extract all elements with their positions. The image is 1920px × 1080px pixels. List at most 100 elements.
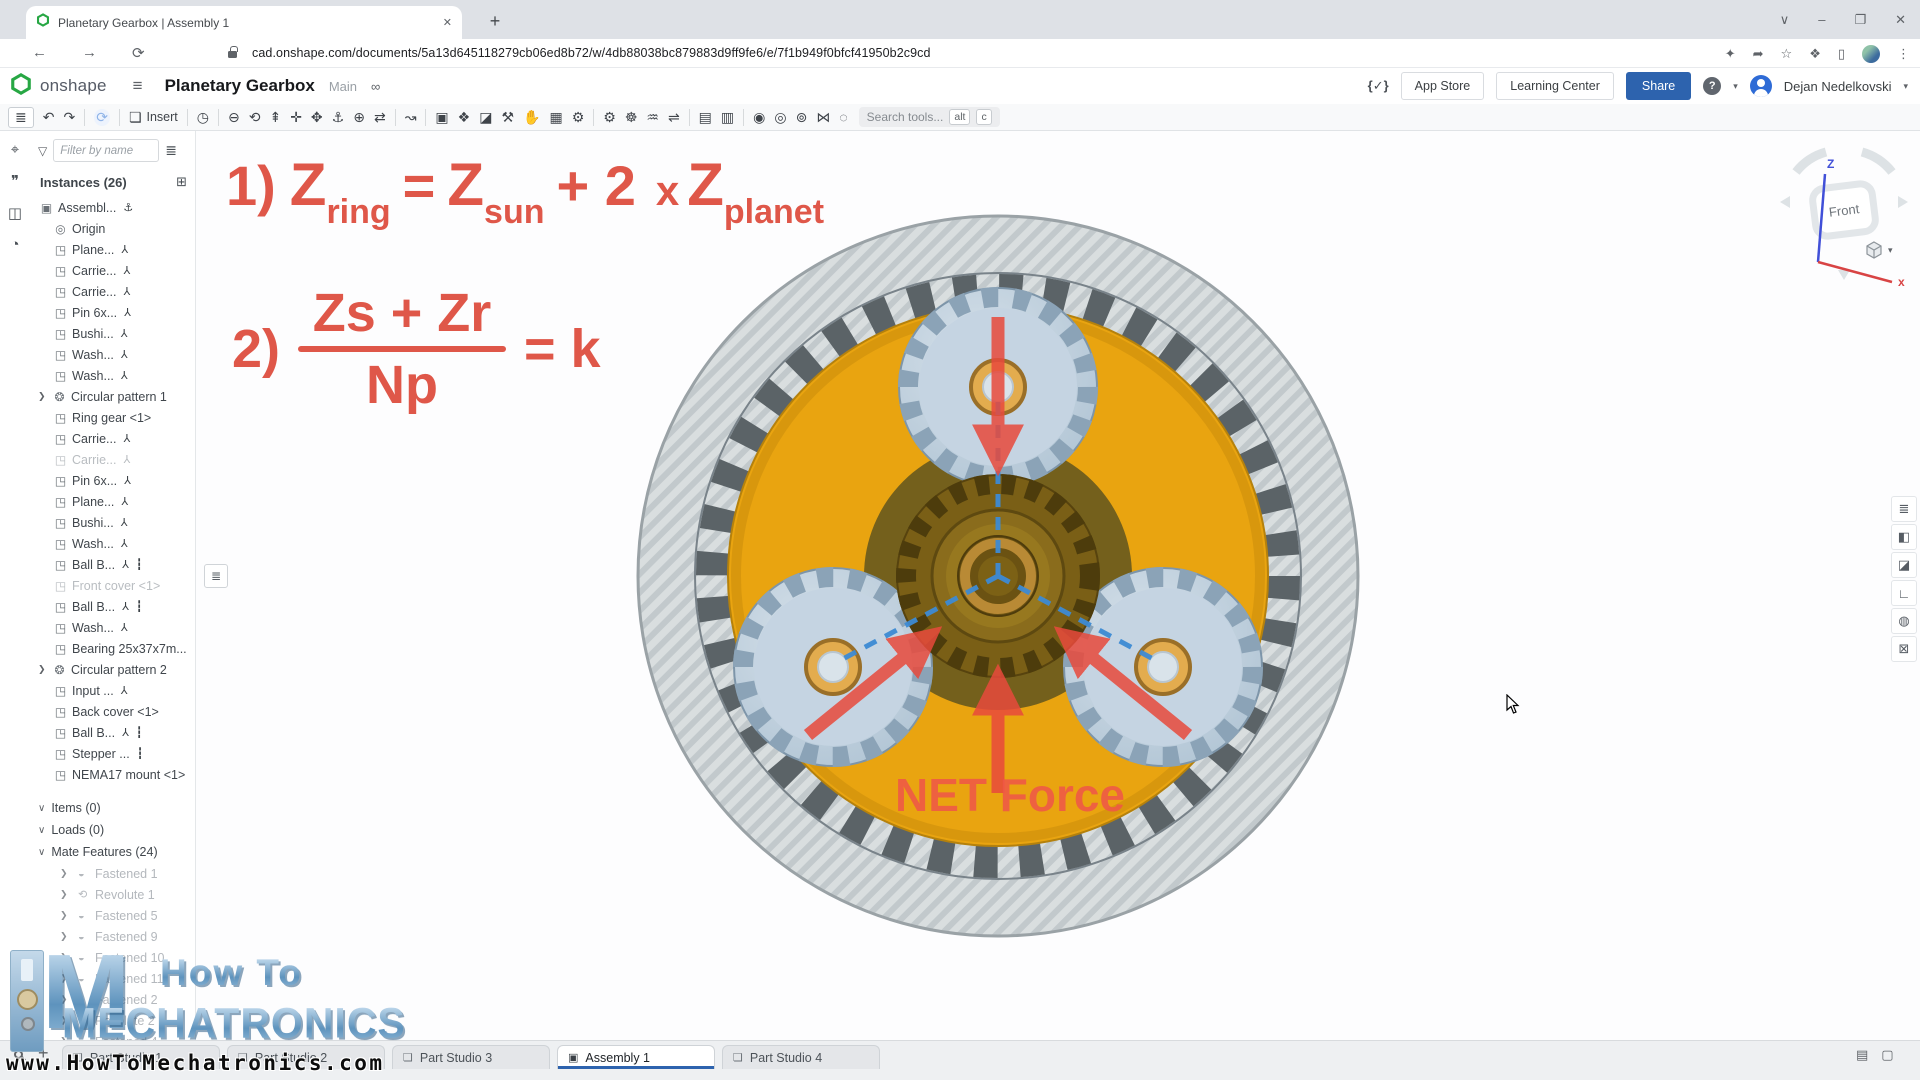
search-tools[interactable]: Search tools... alt c (859, 107, 1000, 127)
expand-chevron-icon[interactable]: ❯ (60, 868, 78, 879)
help-button[interactable]: ? (1703, 77, 1721, 95)
comment-button[interactable]: ❞ (11, 172, 19, 190)
tab-search-icon[interactable]: ∨ (1780, 12, 1790, 28)
view-cube[interactable]: Front Z x (1768, 136, 1920, 288)
collapse-chevron-icon[interactable]: ∨ (38, 803, 45, 814)
exploded-view-button[interactable]: ❖ (458, 109, 471, 126)
feature-list-button[interactable]: ≣ (1891, 496, 1917, 522)
share-page-icon[interactable]: ➦ (1753, 46, 1764, 62)
panel-structure-toggle[interactable]: ≣ (204, 564, 228, 588)
fix-button[interactable]: ⚓ (332, 109, 345, 126)
add-element-button[interactable]: + (38, 1043, 49, 1064)
history-button[interactable]: ◷ (197, 109, 209, 126)
tree-item[interactable]: ◎Origin (30, 218, 195, 239)
section-view-button[interactable]: ◪ (479, 109, 492, 126)
browser-menu-icon[interactable]: ⋮ (1897, 46, 1910, 62)
url-text[interactable]: cad.onshape.com/documents/5a13d645118279… (252, 46, 931, 60)
tree-item[interactable]: ◳Bearing 25x37x7m... (30, 638, 195, 659)
sync-button[interactable]: ⟳ (94, 109, 110, 126)
app-store-button[interactable]: App Store (1401, 72, 1485, 100)
list-view-icon[interactable]: ≣ (165, 142, 177, 159)
tree-item[interactable]: ◳Ring gear <1> (30, 407, 195, 428)
mate-feature-item[interactable]: ❯◒Fastened 9 (30, 926, 195, 947)
element-tab-part-studio-1[interactable]: ❏Part Studio 1 (62, 1045, 220, 1069)
user-caret-icon[interactable]: ▾ (1903, 81, 1908, 92)
element-tab-assembly-1[interactable]: ▣Assembly 1 (557, 1045, 715, 1069)
slider-mate-button[interactable]: ⇞ (269, 109, 281, 126)
expand-chevron-icon[interactable]: ❯ (60, 973, 78, 984)
reload-icon[interactable]: ⟳ (132, 44, 145, 62)
path-button[interactable]: ↝ (405, 109, 417, 126)
document-menu-icon[interactable]: ≡ (133, 76, 143, 96)
appearance-button[interactable]: ◍ (1891, 608, 1917, 634)
section-header[interactable]: ∨Loads (0) (30, 819, 195, 841)
tree-item[interactable]: ◳Plane...⅄ (30, 239, 195, 260)
snap-mode-button[interactable]: ⊕ (353, 109, 365, 126)
bom-button[interactable]: ▤ (699, 109, 712, 126)
expand-chevron-icon[interactable]: ❯ (60, 910, 78, 921)
tree-item[interactable]: ◳Plane...⅄ (30, 491, 195, 512)
redo-button[interactable]: ↷ (63, 109, 75, 126)
filter-icon[interactable]: ▽ (38, 144, 47, 158)
expand-chevron-icon[interactable]: ❯ (60, 1015, 78, 1026)
tree-item[interactable]: ❯❂Circular pattern 2 (30, 659, 195, 680)
rack-pinion-button[interactable]: ☸ (625, 109, 638, 126)
lock-icon[interactable] (228, 51, 237, 58)
onshape-logo-icon[interactable] (10, 73, 32, 100)
view-mode-selector[interactable]: ▾ (1864, 240, 1893, 260)
section-view-button[interactable]: ◪ (1891, 552, 1917, 578)
tree-item[interactable]: ◳Pin 6x...⅄ (30, 302, 195, 323)
mate-connector-tool-button[interactable]: ⌖ (11, 141, 19, 158)
linear-relation-button[interactable]: ♒ (646, 109, 659, 126)
tree-item[interactable]: ◳Ball B...⅄┇ (30, 722, 195, 743)
tree-item[interactable]: ◳Stepper ...┇ (30, 743, 195, 764)
side-panel-icon[interactable]: ▯ (1838, 46, 1845, 62)
expand-chevron-icon[interactable]: ❯ (38, 391, 51, 402)
insert-button[interactable]: ❏Insert (129, 109, 178, 126)
tree-item[interactable]: ❯❂Circular pattern 1 (30, 386, 195, 407)
link-icon[interactable]: ∞ (371, 79, 380, 94)
onshape-brand[interactable]: onshape (40, 76, 107, 96)
back-icon[interactable]: ← (32, 44, 47, 61)
forward-icon[interactable]: → (82, 44, 97, 61)
motion-study-button[interactable]: ◌ (839, 109, 847, 125)
maximize-icon[interactable]: ❐ (1854, 12, 1866, 28)
filter-input[interactable] (53, 139, 159, 162)
user-avatar[interactable] (1750, 75, 1772, 97)
mate-feature-item[interactable]: ❯⟲Revolute 2 (30, 1010, 195, 1031)
tree-item[interactable]: ◳Input ...⅄ (30, 680, 195, 701)
parts-help-button[interactable]: ◫ (8, 204, 22, 222)
free-move-button[interactable]: ✥ (311, 109, 323, 126)
fullscreen-icon[interactable]: ▢ (1881, 1047, 1893, 1063)
element-tab-part-studio-2[interactable]: ❏Part Studio 2 (227, 1045, 385, 1069)
planetary-gearbox-model[interactable] (196, 131, 1920, 1040)
new-tab-button[interactable]: + (482, 8, 508, 34)
tree-item[interactable]: ▣Assembl...⚓ (30, 197, 195, 218)
group-button[interactable]: ▣ (435, 109, 448, 126)
element-tab-part-studio-4[interactable]: ❏Part Studio 4 (722, 1045, 880, 1069)
assembly-structure-button[interactable]: ≣ (8, 107, 34, 128)
mate-feature-item[interactable]: ❯◒Fastened 2 (30, 989, 195, 1010)
planar-mate-button[interactable]: ✛ (290, 109, 302, 126)
tree-item[interactable]: ◳Bushi...⅄ (30, 323, 195, 344)
tree-item[interactable]: ◳Front cover <1> (30, 575, 195, 596)
tree-item[interactable]: ◳Carrie...⅄ (30, 449, 195, 470)
insert-part-button[interactable]: ⚒ (501, 109, 514, 126)
user-name[interactable]: Dejan Nedelkovski (1784, 79, 1892, 94)
mate-limits-button[interactable]: ⇄ (374, 109, 386, 126)
measure-button[interactable]: ∟ (1891, 580, 1917, 606)
tree-item[interactable]: ◳Carrie...⅄ (30, 428, 195, 449)
tree-item[interactable]: ◳Wash...⅄ (30, 533, 195, 554)
add-instance-icon[interactable]: ⊞ (176, 174, 187, 190)
mate-feature-item[interactable]: ❯◒Fastened 5 (30, 905, 195, 926)
pattern-button[interactable]: ▦ (549, 109, 562, 126)
share-button[interactable]: Share (1626, 72, 1691, 100)
collapse-chevron-icon[interactable]: ∨ (38, 847, 45, 858)
named-positions-button[interactable]: ▥ (721, 109, 734, 126)
view-settings-button[interactable]: ◧ (1891, 524, 1917, 550)
gravity-button[interactable]: ⊚ (796, 109, 808, 126)
mate-feature-item[interactable]: ❯◒Fastened 4 (30, 1031, 195, 1040)
collapse-chevron-icon[interactable]: ∨ (38, 825, 45, 836)
bookmark-star-icon[interactable]: ☆ (1781, 46, 1793, 62)
tree-item[interactable]: ◳Carrie...⅄ (30, 260, 195, 281)
